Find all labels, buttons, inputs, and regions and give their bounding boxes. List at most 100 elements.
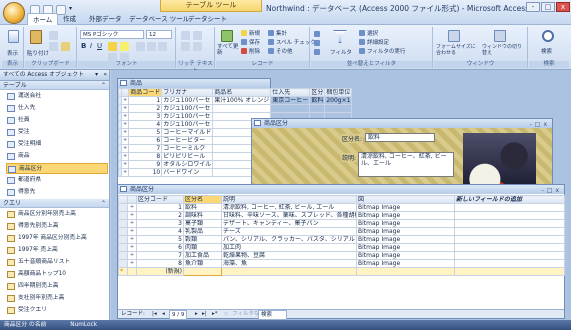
table-cell[interactable]: ピリピリビール [161,152,214,161]
delete-record-label[interactable]: 削除 [249,47,260,55]
expand-icon[interactable]: + [127,219,137,228]
column-header[interactable]: 区分 [309,88,326,97]
column-header[interactable]: フリガナ [161,88,214,97]
sort-descending-icon[interactable] [314,40,320,46]
category-form-titlebar[interactable]: 商品区分 ‐□x [252,119,552,128]
table-cell[interactable]: カジュ100パーセ [161,104,214,113]
expand-icon[interactable]: + [120,160,130,169]
format-painter-icon[interactable] [61,42,70,51]
table-cell[interactable]: 清涼飲料, コーヒー, 紅茶, ビール, エール [221,203,357,212]
nav-item[interactable]: 受注明細 [6,139,108,150]
expand-icon[interactable]: + [120,144,130,153]
cut-icon[interactable] [49,31,58,40]
table-row[interactable]: +2 調味料 甘味料、辛味ソース、薬味、スプレッド、各種胡椒 Bitmap Image [118,211,565,220]
nav-item[interactable]: 得意先別売上高 [6,221,108,232]
expand-icon[interactable]: + [120,168,130,177]
paste-button-label[interactable]: 貼り付け [27,49,49,57]
switch-windows-label[interactable]: ウィンドウの切り替え [482,44,526,56]
nav-item[interactable]: 商品 [6,151,108,162]
totals-icon[interactable] [268,30,274,36]
find-label[interactable]: 検索 [541,47,552,55]
category-table-titlebar[interactable]: 商品区分 ‐□x [118,185,564,194]
tab-create[interactable]: 作成 [58,13,81,25]
column-header[interactable]: 区分コード [136,195,184,204]
table-cell[interactable]: 3 [128,112,163,121]
table-cell[interactable] [454,227,565,236]
save-record-icon[interactable] [241,39,247,45]
table-cell[interactable]: コーヒービター [161,136,214,145]
column-header[interactable]: 仕入先 [270,88,311,97]
nav-item[interactable]: 社員 [6,115,108,126]
record-position[interactable]: 9 / 9 [169,310,188,320]
table-cell[interactable] [221,267,357,276]
more-icon[interactable] [268,48,274,54]
table-cell[interactable] [454,259,565,268]
row-selector[interactable] [118,235,128,244]
expand-icon[interactable]: + [120,120,130,129]
column-header[interactable]: 説明 [221,195,357,204]
row-selector[interactable] [118,251,128,260]
size-to-fit-icon[interactable] [448,30,460,42]
column-header[interactable]: 区分名 [183,195,222,204]
prev-record-icon[interactable]: ◂ [162,310,165,318]
table-cell[interactable]: 8 [136,259,184,268]
nav-item[interactable]: 運送会社 [6,91,108,102]
table-row[interactable]: +1 カジュ100パーセ 果汁100% オレンジ 東京コーヒー 飲料 200g×1 [118,96,353,105]
table-cell[interactable]: 4 [128,120,163,129]
table-cell[interactable] [324,104,353,113]
table-cell[interactable] [356,267,455,276]
refresh-all-icon[interactable] [221,30,233,42]
advanced-filter-icon[interactable] [359,39,365,45]
align-center-icon[interactable] [147,42,156,51]
table-row[interactable]: +7 加工食品 乾燥果物、豆腐 Bitmap Image [118,251,565,260]
table-cell[interactable]: 8 [128,152,163,161]
select-all-cell[interactable] [118,195,128,204]
table-row[interactable]: +3 菓子類 デザート、キャンディー、菓子パン Bitmap Image [118,219,565,228]
delete-record-icon[interactable] [241,48,247,54]
bullet-list-icon[interactable] [181,42,190,51]
refresh-all-label[interactable]: すべて更新 [217,44,239,56]
first-record-icon[interactable]: |◂ [152,310,157,318]
new-row-label[interactable]: (新規) [136,267,184,276]
nav-item[interactable]: 1997年 売上高 [6,245,108,256]
row-selector[interactable] [118,259,128,268]
table-cell[interactable]: 6 [136,243,184,252]
table-cell[interactable]: Bitmap Image [356,243,455,252]
find-icon[interactable] [542,30,554,42]
view-icon[interactable] [8,30,19,43]
sort-ascending-icon[interactable] [314,31,320,37]
maximize-button[interactable]: □ [541,2,555,12]
row-selector[interactable] [118,203,128,212]
table-cell[interactable]: 海藻、魚 [221,259,357,268]
table-row[interactable]: +6 肉類 加工肉 Bitmap Image [118,243,565,252]
expand-icon[interactable]: + [127,259,137,268]
font-name-select[interactable]: MS Pゴシック [80,30,144,39]
tab-external-data[interactable]: 外部データ [84,13,127,25]
nav-section-header[interactable]: テーブル ⌃ [0,81,109,90]
expand-icon[interactable]: + [120,96,130,105]
tab-datasheet[interactable]: データシート [183,13,232,25]
view-button-label[interactable]: 表示 [7,49,18,57]
paste-icon[interactable] [30,30,42,44]
number-list-icon[interactable] [193,42,202,51]
underline-icon[interactable]: U [97,42,102,50]
expand-icon[interactable]: + [127,235,137,244]
nav-dropdown-icon[interactable]: ▾ [95,70,98,80]
table-cell[interactable]: 加工食品 [183,251,222,260]
table-cell[interactable]: 2 [128,104,163,113]
font-color-icon[interactable] [108,42,117,51]
toggle-filter-icon[interactable] [359,48,365,54]
table-cell[interactable]: 1 [128,96,163,105]
bold-icon[interactable]: B [81,42,86,50]
outdent-icon[interactable] [193,31,202,40]
table-cell[interactable] [212,104,272,113]
align-right-icon[interactable] [158,42,167,51]
nav-collapse-icon[interactable]: « [103,70,107,80]
table-cell[interactable] [454,211,565,220]
products-window-titlebar[interactable]: 商品 [118,79,270,88]
spelling-icon[interactable] [268,39,274,45]
table-cell[interactable] [454,219,565,228]
table-cell[interactable] [309,104,326,113]
nav-item[interactable]: 受注クエリ [6,305,108,316]
filter-label[interactable]: フィルタ [330,48,352,56]
